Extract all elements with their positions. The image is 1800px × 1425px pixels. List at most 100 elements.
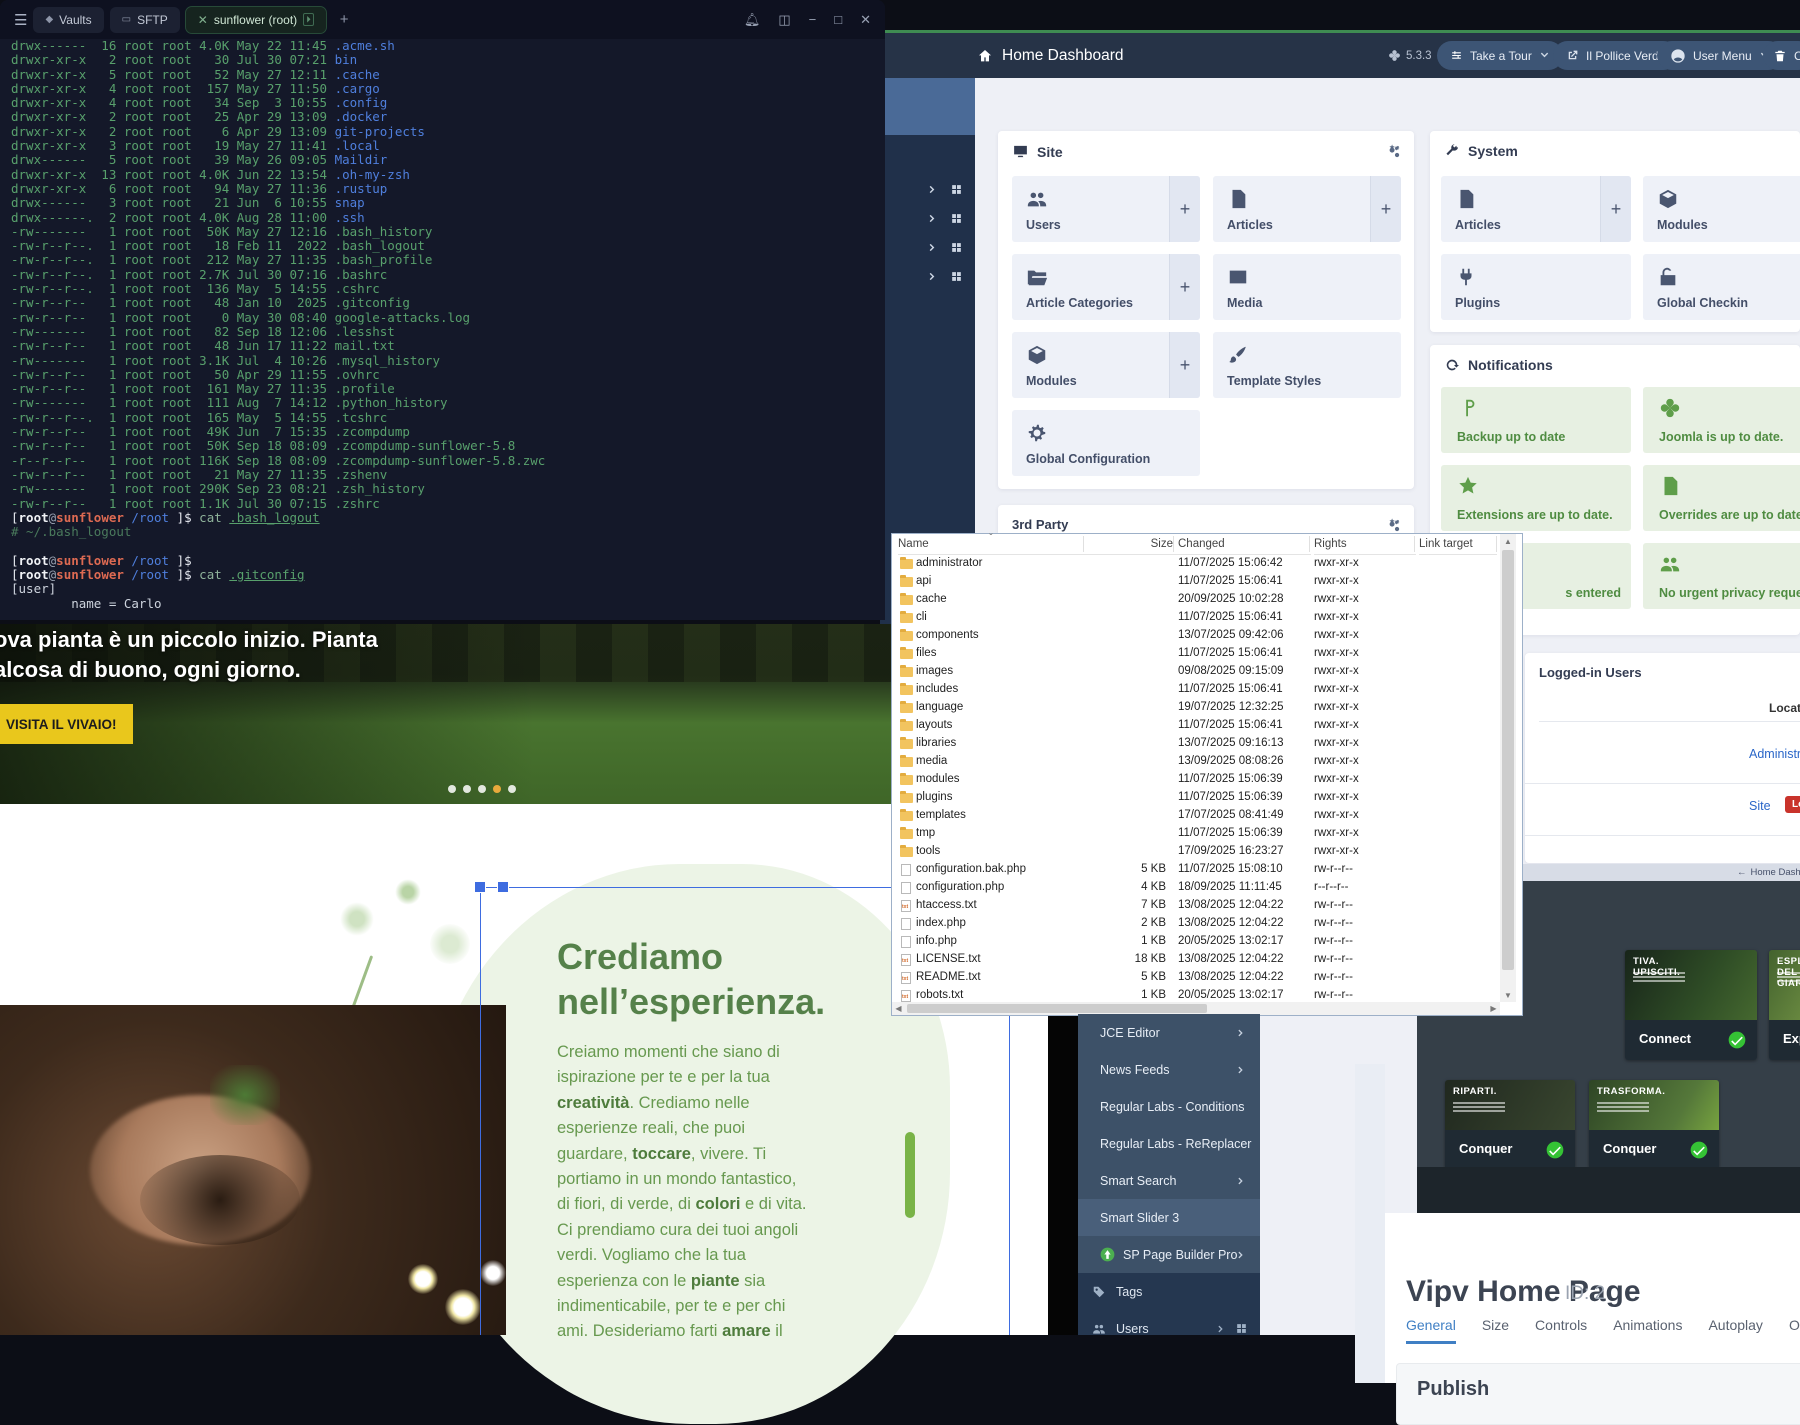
scroll-left-icon[interactable]: ◀ [892,1002,905,1015]
logout-button[interactable]: Log out [1785,796,1800,813]
home-icon[interactable] [977,48,993,64]
column-header-size[interactable]: Size [1088,534,1181,555]
column-header-link-target[interactable]: Link target [1419,534,1497,555]
add-button[interactable]: + [1169,176,1200,242]
close-icon[interactable]: ✕ [860,12,871,28]
sidebar-collapsed-item[interactable] [880,236,975,258]
notification-card[interactable]: Joomla is up to date. [1643,387,1800,453]
builder-frame-top[interactable] [480,887,891,888]
column-header-rights[interactable]: Rights [1314,534,1416,555]
notification-card[interactable]: Backup up to date [1441,387,1631,453]
close-tab-icon[interactable]: ✕ [198,13,208,27]
carousel-dot[interactable] [508,785,516,793]
take-a-tour-button[interactable]: Take a Tour [1437,41,1563,70]
published-check-icon[interactable] [1689,1140,1709,1160]
published-check-icon[interactable] [1727,1030,1747,1050]
file-row[interactable]: components13/07/2025 09:42:06rwxr-xr-x [892,627,1500,645]
menu-item-regular-labs-rereplacer[interactable]: Regular Labs - ReReplacer [1078,1125,1260,1162]
builder-drag-handle[interactable] [497,881,509,893]
builder-scroll-handle[interactable] [905,1132,915,1218]
global-checkin-card[interactable]: Global Checkin [1643,254,1800,320]
article-categories-card[interactable]: Article Categories+ [1012,254,1200,320]
users-card[interactable]: Users+ [1012,176,1200,242]
grid-icon[interactable] [1235,1322,1248,1335]
file-row[interactable]: README.txt5 KB13/08/2025 12:04:22rw-r--r… [892,969,1500,987]
articles-card[interactable]: Articles+ [1441,176,1631,242]
tab-general[interactable]: General [1406,1317,1456,1344]
vertical-scrollbar[interactable]: ▲ ▼ [1500,534,1516,1002]
menu-item-sp-page-builder-pro[interactable]: SP Page Builder Pro [1078,1236,1260,1273]
builder-frame-right[interactable] [1009,1016,1010,1335]
file-row[interactable]: templates17/07/2025 08:41:49rwxr-xr-x [892,807,1500,825]
terminal-tab[interactable]: ◆Vaults [33,7,103,33]
modules-card[interactable]: Modules [1643,176,1800,242]
menu-item-regular-labs-conditions[interactable]: Regular Labs - Conditions [1078,1088,1260,1125]
file-row[interactable]: administrator11/07/2025 15:06:42rwxr-xr-… [892,555,1500,573]
file-row[interactable]: cli11/07/2025 15:06:41rwxr-xr-x [892,609,1500,627]
slide-card[interactable]: TRASFORMA.Conquer [1589,1080,1719,1170]
notification-card[interactable]: Overrides are up to date. [1643,465,1800,531]
sidebar-active-block[interactable] [880,78,975,135]
column-header-changed[interactable]: Changed [1178,534,1311,555]
menu-item-smart-slider-3[interactable]: Smart Slider 3 [1078,1199,1260,1236]
file-row[interactable]: includes11/07/2025 15:06:41rwxr-xr-x [892,681,1500,699]
menu-item-smart-search[interactable]: Smart Search [1078,1162,1260,1199]
sidebar-item-users[interactable]: Users [1078,1310,1260,1347]
tab-animations[interactable]: Animations [1613,1317,1682,1344]
articles-card[interactable]: Articles+ [1213,176,1401,242]
scroll-down-icon[interactable]: ▼ [1500,988,1516,1002]
builder-frame-left[interactable] [480,887,481,1335]
scroll-right-icon[interactable]: ▶ [1487,1002,1500,1015]
column-header-name[interactable]: Nameˇ [898,534,1094,555]
file-row[interactable]: LICENSE.txt18 KB13/08/2025 12:04:22rw-r-… [892,951,1500,969]
file-row[interactable]: cache20/09/2025 10:02:28rwxr-xr-x [892,591,1500,609]
panel-settings-icon[interactable] [1385,517,1402,534]
tab-controls[interactable]: Controls [1535,1317,1587,1344]
file-row[interactable]: files11/07/2025 15:06:41rwxr-xr-x [892,645,1500,663]
add-button[interactable]: + [1169,254,1200,320]
terminal-tab[interactable]: ✕sunflower (root)⏵ [186,7,326,33]
terminal-tab[interactable]: ▭SFTP [110,7,180,33]
notification-card[interactable]: Extensions are up to date. [1441,465,1631,531]
file-row[interactable]: api11/07/2025 15:06:41rwxr-xr-x [892,573,1500,591]
global-configuration-card[interactable]: Global Configuration [1012,410,1200,476]
file-row[interactable]: tools17/09/2025 16:23:27rwxr-xr-x [892,843,1500,861]
file-row[interactable]: modules11/07/2025 15:06:39rwxr-xr-x [892,771,1500,789]
menu-item-news-feeds[interactable]: News Feeds [1078,1051,1260,1088]
slide-card[interactable]: TIVA.UPISCITI.Connect [1625,950,1757,1060]
slide-card[interactable]: RIPARTI.Conquer [1445,1080,1575,1170]
trash-button[interactable]: C [1763,41,1800,70]
add-button[interactable]: + [1169,332,1200,398]
file-row[interactable]: htaccess.txt7 KB13/08/2025 12:04:22rw-r-… [892,897,1500,915]
modules-card[interactable]: Modules+ [1012,332,1200,398]
file-row[interactable]: images09/08/2025 09:15:09rwxr-xr-x [892,663,1500,681]
file-row[interactable]: configuration.bak.php5 KB11/07/2025 15:0… [892,861,1500,879]
column-location[interactable]: Location [1769,701,1800,715]
carousel-dot[interactable] [478,785,486,793]
media-card[interactable]: Media [1213,254,1401,320]
template-styles-card[interactable]: Template Styles [1213,332,1401,398]
carousel-dot[interactable] [448,785,456,793]
file-row[interactable]: libraries13/07/2025 09:16:13rwxr-xr-x [892,735,1500,753]
tab-autoplay[interactable]: Autoplay [1708,1317,1762,1344]
terminal-output[interactable]: drwx------ 16 root root 4.0K May 22 11:4… [11,39,881,617]
add-button[interactable]: + [1600,176,1631,242]
bell-icon[interactable]: 🔔︎ [744,12,761,28]
visit-nursery-button[interactable]: VISITA IL VIVAIO! [0,704,133,744]
plugins-card[interactable]: Plugins [1441,254,1631,320]
builder-drag-handle[interactable] [474,881,486,893]
sidebar-item-tags[interactable]: Tags [1078,1273,1260,1310]
scroll-up-icon[interactable]: ▲ [1500,534,1516,548]
file-row[interactable]: plugins11/07/2025 15:06:39rwxr-xr-x [892,789,1500,807]
published-check-icon[interactable] [1545,1140,1565,1160]
split-view-icon[interactable]: ◫ [778,12,790,28]
carousel-dot[interactable] [463,785,471,793]
sidebar-collapsed-item[interactable] [880,265,975,287]
menu-item-jce-editor[interactable]: JCE Editor [1078,1014,1260,1051]
new-tab-button[interactable]: + [340,11,349,28]
maximize-icon[interactable]: □ [834,12,842,27]
file-row[interactable]: index.php2 KB13/08/2025 12:04:22rw-r--r-… [892,915,1500,933]
minimize-icon[interactable]: − [809,12,817,27]
add-button[interactable]: + [1370,176,1401,242]
panel-settings-icon[interactable] [1385,143,1402,160]
